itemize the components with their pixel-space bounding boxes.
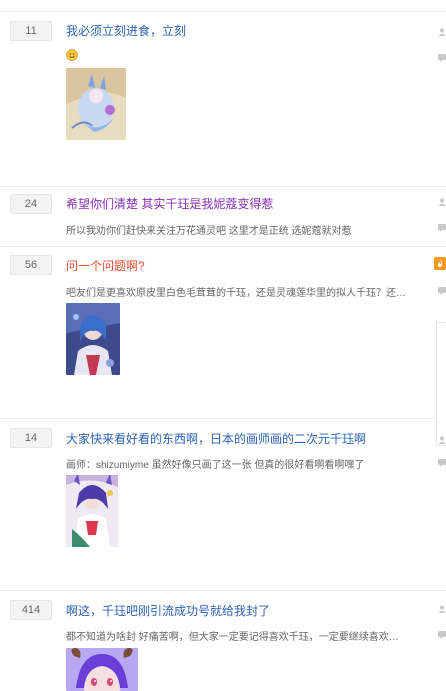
thread-item[interactable]: 11 我必须立刻进食，立刻 xyxy=(0,12,446,187)
comment-icon xyxy=(438,459,446,467)
thread-title-link[interactable]: 啊这，千珏吧刚引流成功号就给我封了 xyxy=(66,602,270,619)
thread-item[interactable]: 56 问一个问题啊? 吧友们是更喜欢原皮里白色毛茸茸的千珏，还是灵魂莲华里的拟人… xyxy=(0,247,446,419)
reply-count-badge: 24 xyxy=(10,194,52,214)
thread-title-link[interactable]: 大家快来看好看的东西啊，日本的画师画的二次元千珏啊 xyxy=(66,430,366,447)
thread-image-thumbnail[interactable] xyxy=(66,475,118,547)
user-icon xyxy=(438,198,446,206)
thread-excerpt: 所以我劝你们赶快来关注万花通灵吧 这里才是正统 选妮蔻就对惹 xyxy=(66,226,352,237)
reply-count-badge: 14 xyxy=(10,428,52,448)
comment-icon xyxy=(438,54,446,62)
thread-item[interactable]: 24 希望你们清楚 其实千珏是我妮蔻变得惹 所以我劝你们赶快来关注万花通灵吧 这… xyxy=(0,187,446,247)
thread-item[interactable]: 414 啊这，千珏吧刚引流成功号就给我封了 都不知道为啥封 好痛苦啊，但大家一定… xyxy=(0,591,446,691)
thread-title-link[interactable]: 希望你们清楚 其实千珏是我妮蔻变得惹 xyxy=(66,195,273,212)
reply-count-badge: 11 xyxy=(10,21,52,41)
user-icon xyxy=(438,28,446,36)
thread-excerpt: 吧友们是更喜欢原皮里白色毛茸茸的千珏，还是灵魂莲华里的拟人千珏？还有... xyxy=(66,288,406,299)
user-icon xyxy=(438,605,446,613)
smile-icon xyxy=(66,48,78,61)
thread-excerpt: 都不知道为啥封 好痛苦啊，但大家一定要记得喜欢千珏，一定要继续喜欢下... xyxy=(66,632,406,643)
comment-icon xyxy=(438,224,446,232)
fire-flag-icon xyxy=(434,257,446,270)
comment-icon xyxy=(438,287,446,295)
reply-count-badge: 414 xyxy=(10,600,52,620)
thread-item[interactable]: 14 大家快来看好看的东西啊，日本的画师画的二次元千珏啊 画师：shizumiy… xyxy=(0,419,446,591)
thread-title-link[interactable]: 问一个问题啊? xyxy=(66,257,145,274)
thread-excerpt: 画师：shizumiyme 虽然好像只画了这一张 但真的很好看啊看啊嘿了 xyxy=(66,460,365,471)
thread-title-link[interactable]: 我必须立刻进食，立刻 xyxy=(66,22,186,39)
reply-count-badge: 56 xyxy=(10,255,52,275)
thread-image-thumbnail[interactable] xyxy=(66,303,120,375)
user-icon xyxy=(438,436,446,444)
thread-image-thumbnail[interactable] xyxy=(66,648,138,691)
thread-image-thumbnail[interactable] xyxy=(66,68,126,140)
comment-icon xyxy=(438,631,446,639)
